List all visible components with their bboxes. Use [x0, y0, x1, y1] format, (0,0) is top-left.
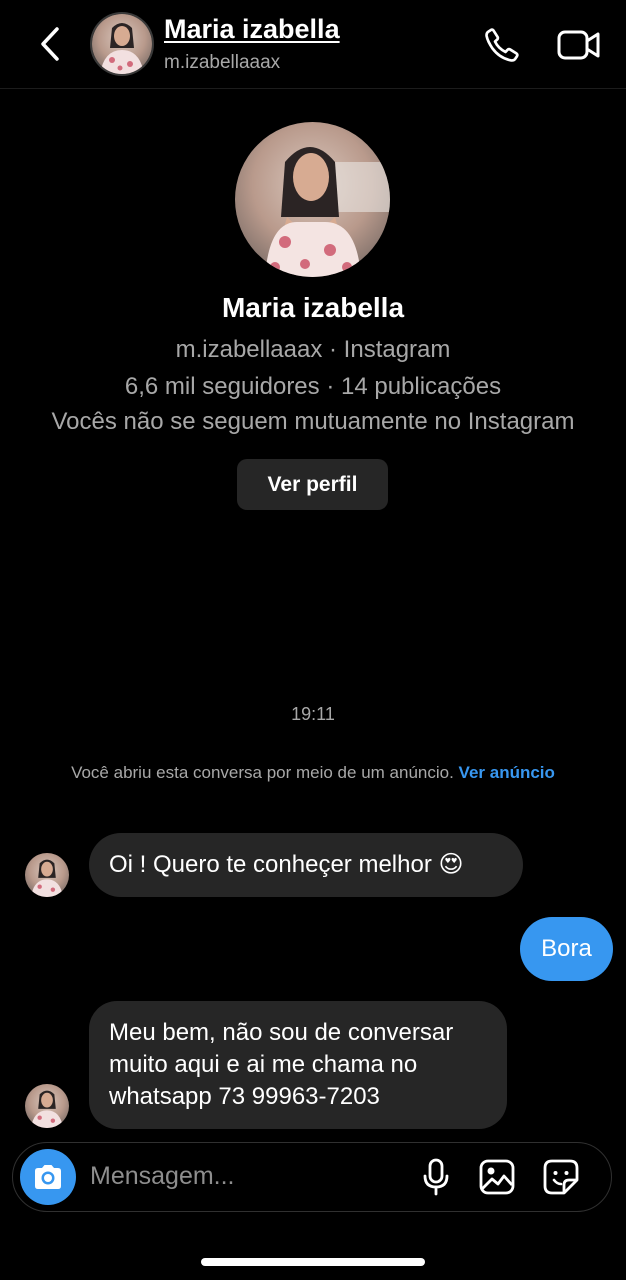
contact-username[interactable]: m.izabellaaax [164, 52, 280, 74]
message-timestamp: 19:11 [291, 704, 335, 724]
phone-icon [485, 28, 519, 62]
follow-status: Vocês não se seguem mutuamente no Instag… [51, 408, 575, 435]
home-indicator[interactable] [201, 1258, 425, 1266]
view-profile-button[interactable]: Ver perfil [237, 459, 388, 510]
sticker-button[interactable] [541, 1157, 581, 1197]
video-call-button[interactable] [553, 22, 605, 68]
message-input[interactable]: Mensagem... [90, 1162, 235, 1191]
microphone-icon [423, 1158, 449, 1196]
message-bubble-outgoing[interactable]: Bora [520, 917, 613, 981]
ad-notice: Você abriu esta conversa por meio de um … [70, 762, 556, 783]
voice-message-button[interactable] [418, 1156, 454, 1198]
audio-call-button[interactable] [478, 22, 526, 68]
video-camera-icon [557, 30, 600, 60]
chevron-left-icon [41, 27, 59, 61]
back-button[interactable] [30, 22, 70, 66]
contact-name[interactable]: Maria izabella [164, 14, 340, 45]
message-bubble-incoming[interactable]: Oi ! Quero te conheçer melhor 😍 [89, 833, 523, 897]
view-ad-link[interactable]: Ver anúncio [459, 763, 555, 782]
camera-icon [35, 1165, 61, 1189]
sender-avatar[interactable] [25, 853, 69, 897]
camera-button[interactable] [20, 1149, 76, 1205]
message-text: Oi ! Quero te conheçer melhor 😍 [109, 851, 464, 878]
profile-name: Maria izabella [221, 292, 405, 323]
profile-username-platform: m.izabellaaax · Instagram [175, 336, 451, 363]
gallery-button[interactable] [477, 1157, 517, 1197]
message-text: Bora [541, 935, 592, 962]
profile-avatar[interactable] [235, 122, 390, 277]
sender-avatar[interactable] [25, 1084, 69, 1128]
image-icon [479, 1159, 515, 1195]
sticker-icon [543, 1159, 579, 1195]
message-text: Meu bem, não sou de conversar muito aqui… [109, 1019, 454, 1110]
profile-stats: 6,6 mil seguidores · 14 publicações [124, 373, 502, 400]
message-bubble-incoming[interactable]: Meu bem, não sou de conversar muito aqui… [89, 1001, 507, 1129]
ad-notice-text: Você abriu esta conversa por meio de um … [71, 763, 454, 782]
contact-avatar[interactable] [90, 12, 154, 76]
